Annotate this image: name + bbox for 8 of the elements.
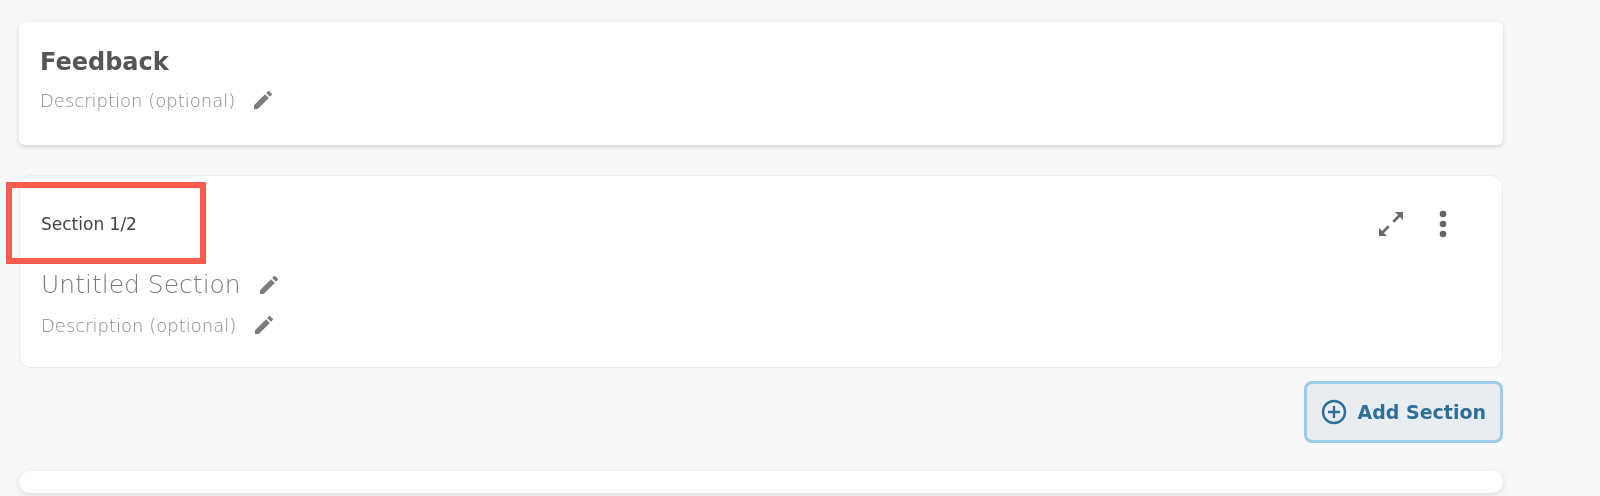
add-section-button[interactable]: Add Section bbox=[1304, 381, 1503, 443]
more-options-icon[interactable] bbox=[1439, 210, 1447, 238]
section-title-placeholder[interactable]: Untitled Section bbox=[41, 270, 241, 299]
section-label: Section 1/2 bbox=[41, 213, 137, 236]
form-title: Feedback bbox=[40, 47, 170, 78]
plus-circle-icon bbox=[1321, 399, 1348, 425]
description-placeholder[interactable]: Description (optional) bbox=[40, 89, 236, 111]
description-placeholder[interactable]: Description (optional) bbox=[41, 314, 237, 336]
